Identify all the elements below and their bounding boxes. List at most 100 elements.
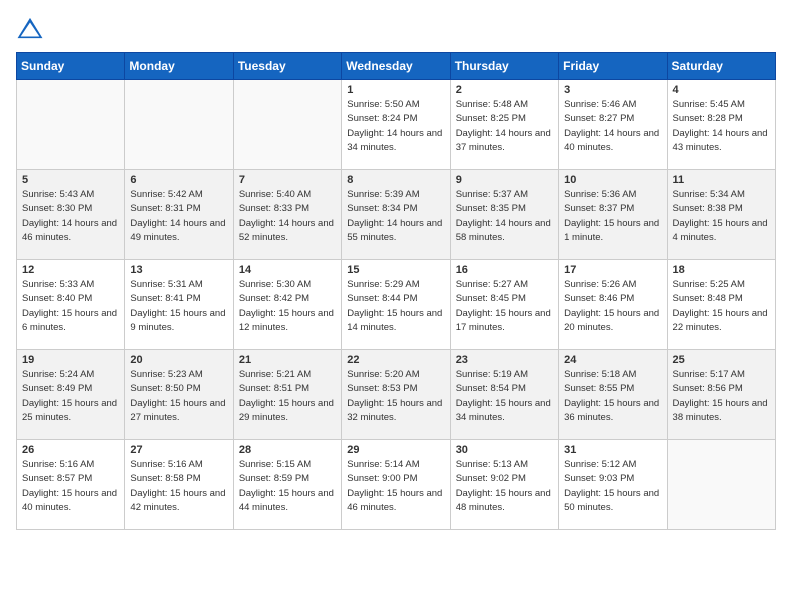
sunset-label: Sunset: 9:03 PM bbox=[564, 473, 634, 484]
day-number: 5 bbox=[22, 174, 119, 186]
daylight-label: Daylight: 15 hours and 50 minutes. bbox=[564, 488, 659, 513]
sunset-label: Sunset: 8:24 PM bbox=[347, 113, 417, 124]
calendar-cell: 9 Sunrise: 5:37 AM Sunset: 8:35 PM Dayli… bbox=[450, 170, 558, 260]
daylight-label: Daylight: 14 hours and 34 minutes. bbox=[347, 128, 442, 153]
sunrise-label: Sunrise: 5:24 AM bbox=[22, 369, 94, 380]
sunset-label: Sunset: 8:58 PM bbox=[130, 473, 200, 484]
daylight-label: Daylight: 15 hours and 34 minutes. bbox=[456, 398, 551, 423]
sunset-label: Sunset: 8:28 PM bbox=[673, 113, 743, 124]
sunset-label: Sunset: 8:59 PM bbox=[239, 473, 309, 484]
cell-info: Sunrise: 5:42 AM Sunset: 8:31 PM Dayligh… bbox=[130, 188, 227, 245]
calendar-cell: 22 Sunrise: 5:20 AM Sunset: 8:53 PM Dayl… bbox=[342, 350, 450, 440]
sunset-label: Sunset: 8:46 PM bbox=[564, 293, 634, 304]
calendar-week-row: 12 Sunrise: 5:33 AM Sunset: 8:40 PM Dayl… bbox=[17, 260, 776, 350]
daylight-label: Daylight: 15 hours and 27 minutes. bbox=[130, 398, 225, 423]
weekday-header-row: SundayMondayTuesdayWednesdayThursdayFrid… bbox=[17, 53, 776, 80]
sunset-label: Sunset: 8:31 PM bbox=[130, 203, 200, 214]
cell-info: Sunrise: 5:13 AM Sunset: 9:02 PM Dayligh… bbox=[456, 458, 553, 515]
sunset-label: Sunset: 8:56 PM bbox=[673, 383, 743, 394]
sunrise-label: Sunrise: 5:46 AM bbox=[564, 99, 636, 110]
sunrise-label: Sunrise: 5:15 AM bbox=[239, 459, 311, 470]
daylight-label: Daylight: 15 hours and 6 minutes. bbox=[22, 308, 117, 333]
day-number: 17 bbox=[564, 264, 661, 276]
sunrise-label: Sunrise: 5:30 AM bbox=[239, 279, 311, 290]
daylight-label: Daylight: 15 hours and 9 minutes. bbox=[130, 308, 225, 333]
sunrise-label: Sunrise: 5:33 AM bbox=[22, 279, 94, 290]
calendar-cell: 5 Sunrise: 5:43 AM Sunset: 8:30 PM Dayli… bbox=[17, 170, 125, 260]
cell-info: Sunrise: 5:29 AM Sunset: 8:44 PM Dayligh… bbox=[347, 278, 444, 335]
sunset-label: Sunset: 8:40 PM bbox=[22, 293, 92, 304]
cell-info: Sunrise: 5:50 AM Sunset: 8:24 PM Dayligh… bbox=[347, 98, 444, 155]
cell-info: Sunrise: 5:24 AM Sunset: 8:49 PM Dayligh… bbox=[22, 368, 119, 425]
sunset-label: Sunset: 8:33 PM bbox=[239, 203, 309, 214]
cell-info: Sunrise: 5:36 AM Sunset: 8:37 PM Dayligh… bbox=[564, 188, 661, 245]
day-number: 29 bbox=[347, 444, 444, 456]
calendar-cell: 3 Sunrise: 5:46 AM Sunset: 8:27 PM Dayli… bbox=[559, 80, 667, 170]
sunrise-label: Sunrise: 5:42 AM bbox=[130, 189, 202, 200]
day-number: 23 bbox=[456, 354, 553, 366]
sunset-label: Sunset: 8:48 PM bbox=[673, 293, 743, 304]
page-header bbox=[16, 16, 776, 40]
day-number: 6 bbox=[130, 174, 227, 186]
sunrise-label: Sunrise: 5:25 AM bbox=[673, 279, 745, 290]
sunset-label: Sunset: 8:54 PM bbox=[456, 383, 526, 394]
calendar-cell: 31 Sunrise: 5:12 AM Sunset: 9:03 PM Dayl… bbox=[559, 440, 667, 530]
daylight-label: Daylight: 15 hours and 44 minutes. bbox=[239, 488, 334, 513]
day-number: 19 bbox=[22, 354, 119, 366]
calendar-cell: 19 Sunrise: 5:24 AM Sunset: 8:49 PM Dayl… bbox=[17, 350, 125, 440]
sunset-label: Sunset: 8:35 PM bbox=[456, 203, 526, 214]
calendar-week-row: 19 Sunrise: 5:24 AM Sunset: 8:49 PM Dayl… bbox=[17, 350, 776, 440]
day-number: 8 bbox=[347, 174, 444, 186]
daylight-label: Daylight: 14 hours and 58 minutes. bbox=[456, 218, 551, 243]
calendar-cell: 13 Sunrise: 5:31 AM Sunset: 8:41 PM Dayl… bbox=[125, 260, 233, 350]
day-number: 16 bbox=[456, 264, 553, 276]
cell-info: Sunrise: 5:37 AM Sunset: 8:35 PM Dayligh… bbox=[456, 188, 553, 245]
daylight-label: Daylight: 15 hours and 38 minutes. bbox=[673, 398, 768, 423]
daylight-label: Daylight: 15 hours and 17 minutes. bbox=[456, 308, 551, 333]
sunrise-label: Sunrise: 5:20 AM bbox=[347, 369, 419, 380]
daylight-label: Daylight: 15 hours and 12 minutes. bbox=[239, 308, 334, 333]
day-number: 22 bbox=[347, 354, 444, 366]
day-number: 21 bbox=[239, 354, 336, 366]
daylight-label: Daylight: 15 hours and 4 minutes. bbox=[673, 218, 768, 243]
sunrise-label: Sunrise: 5:26 AM bbox=[564, 279, 636, 290]
cell-info: Sunrise: 5:40 AM Sunset: 8:33 PM Dayligh… bbox=[239, 188, 336, 245]
weekday-header: Wednesday bbox=[342, 53, 450, 80]
sunrise-label: Sunrise: 5:23 AM bbox=[130, 369, 202, 380]
calendar-cell: 14 Sunrise: 5:30 AM Sunset: 8:42 PM Dayl… bbox=[233, 260, 341, 350]
sunrise-label: Sunrise: 5:39 AM bbox=[347, 189, 419, 200]
cell-info: Sunrise: 5:14 AM Sunset: 9:00 PM Dayligh… bbox=[347, 458, 444, 515]
calendar-cell: 8 Sunrise: 5:39 AM Sunset: 8:34 PM Dayli… bbox=[342, 170, 450, 260]
cell-info: Sunrise: 5:18 AM Sunset: 8:55 PM Dayligh… bbox=[564, 368, 661, 425]
sunset-label: Sunset: 8:27 PM bbox=[564, 113, 634, 124]
cell-info: Sunrise: 5:17 AM Sunset: 8:56 PM Dayligh… bbox=[673, 368, 770, 425]
sunset-label: Sunset: 8:37 PM bbox=[564, 203, 634, 214]
day-number: 1 bbox=[347, 84, 444, 96]
day-number: 9 bbox=[456, 174, 553, 186]
day-number: 18 bbox=[673, 264, 770, 276]
sunset-label: Sunset: 9:00 PM bbox=[347, 473, 417, 484]
cell-info: Sunrise: 5:15 AM Sunset: 8:59 PM Dayligh… bbox=[239, 458, 336, 515]
daylight-label: Daylight: 15 hours and 46 minutes. bbox=[347, 488, 442, 513]
day-number: 2 bbox=[456, 84, 553, 96]
cell-info: Sunrise: 5:12 AM Sunset: 9:03 PM Dayligh… bbox=[564, 458, 661, 515]
sunset-label: Sunset: 8:51 PM bbox=[239, 383, 309, 394]
day-number: 10 bbox=[564, 174, 661, 186]
day-number: 13 bbox=[130, 264, 227, 276]
logo bbox=[16, 16, 48, 40]
calendar-cell: 24 Sunrise: 5:18 AM Sunset: 8:55 PM Dayl… bbox=[559, 350, 667, 440]
cell-info: Sunrise: 5:45 AM Sunset: 8:28 PM Dayligh… bbox=[673, 98, 770, 155]
calendar-cell: 11 Sunrise: 5:34 AM Sunset: 8:38 PM Dayl… bbox=[667, 170, 775, 260]
logo-icon bbox=[16, 16, 44, 40]
sunrise-label: Sunrise: 5:16 AM bbox=[22, 459, 94, 470]
calendar-week-row: 5 Sunrise: 5:43 AM Sunset: 8:30 PM Dayli… bbox=[17, 170, 776, 260]
calendar-cell: 7 Sunrise: 5:40 AM Sunset: 8:33 PM Dayli… bbox=[233, 170, 341, 260]
day-number: 15 bbox=[347, 264, 444, 276]
daylight-label: Daylight: 15 hours and 20 minutes. bbox=[564, 308, 659, 333]
calendar-week-row: 26 Sunrise: 5:16 AM Sunset: 8:57 PM Dayl… bbox=[17, 440, 776, 530]
calendar-cell: 4 Sunrise: 5:45 AM Sunset: 8:28 PM Dayli… bbox=[667, 80, 775, 170]
weekday-header: Monday bbox=[125, 53, 233, 80]
sunset-label: Sunset: 8:41 PM bbox=[130, 293, 200, 304]
sunset-label: Sunset: 8:34 PM bbox=[347, 203, 417, 214]
sunrise-label: Sunrise: 5:17 AM bbox=[673, 369, 745, 380]
